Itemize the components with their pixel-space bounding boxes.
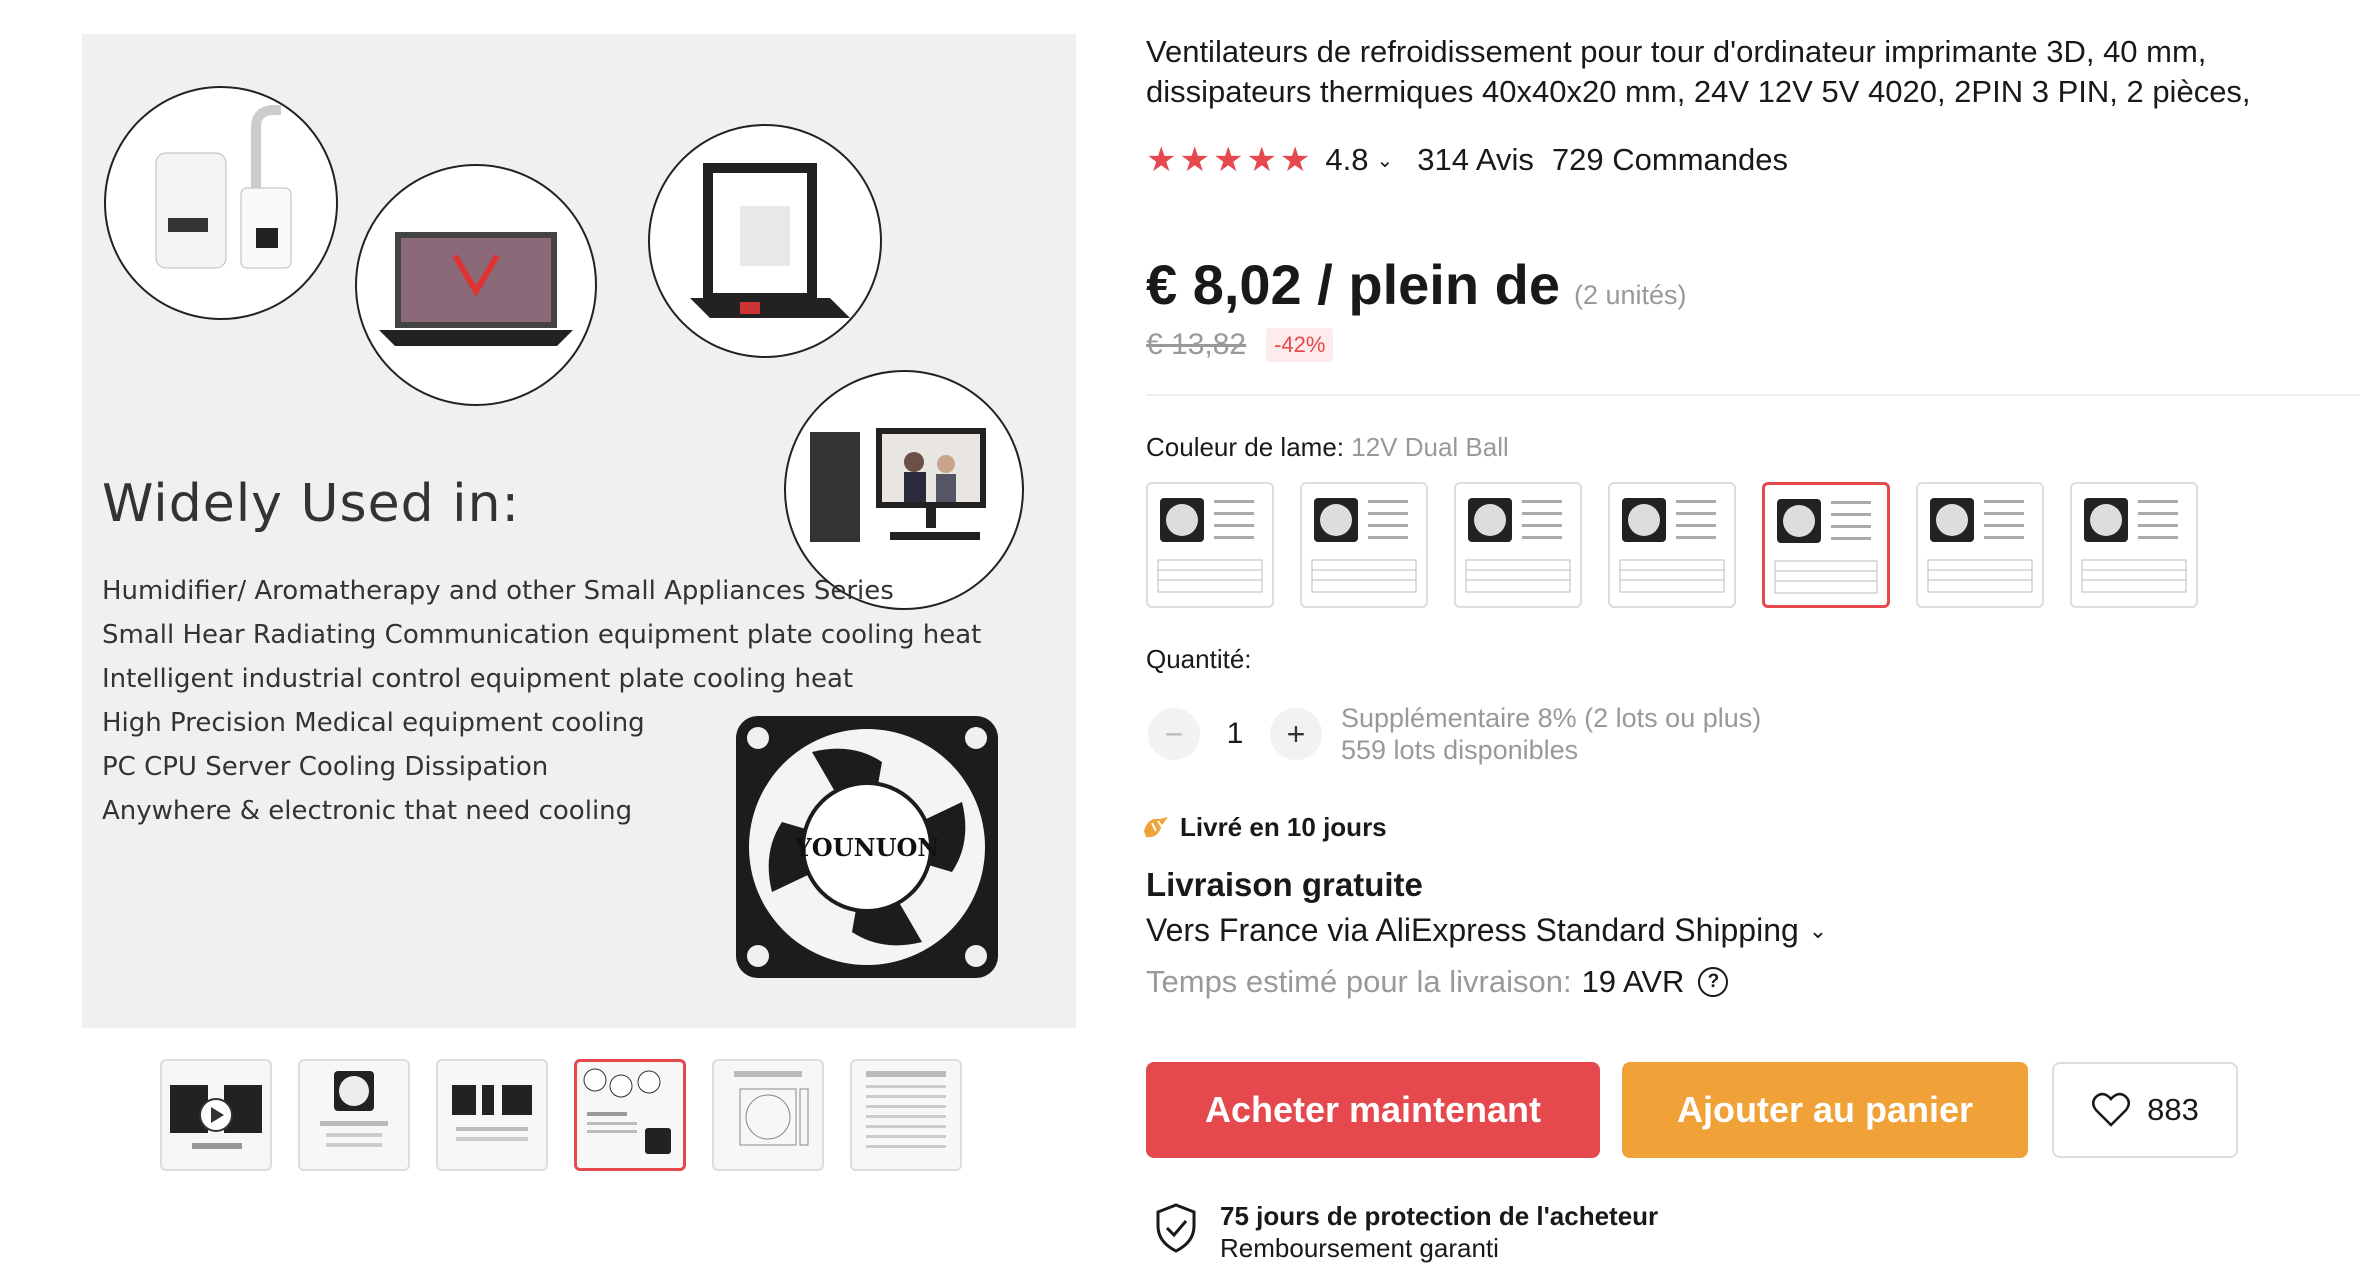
variant-swatch[interactable] [2070, 482, 2198, 608]
thumbnail-video[interactable] [160, 1059, 272, 1171]
decrease-button[interactable]: − [1148, 708, 1200, 760]
reviews-count[interactable]: 314 Avis [1417, 142, 1534, 178]
current-price: € 8,02 / plein de [1146, 253, 1560, 316]
image-headline: Widely Used in: [102, 474, 521, 534]
free-shipping: Livraison gratuite [1146, 866, 1423, 903]
quantity-stepper: − 1 + [1148, 708, 1322, 760]
delivery-days-text: Livré en 10 jours [1180, 812, 1387, 842]
star-rating-icon: ★★★★★ [1146, 141, 1314, 179]
thumbnail-uses[interactable] [574, 1059, 686, 1171]
wishlist-button[interactable]: 883 [2052, 1062, 2238, 1158]
variant-selected-value: 12V Dual Ball [1351, 432, 1509, 462]
wishlist-count: 883 [2147, 1092, 2199, 1127]
product-title: Ventilateurs de refroidissement pour tou… [1146, 34, 2251, 109]
thumbnail-fan-front[interactable] [298, 1059, 410, 1171]
discount-badge: -42% [1266, 328, 1334, 362]
quantity-info: Supplémentaire 8% (2 lots ou plus) 559 l… [1341, 702, 1761, 766]
fast-delivery-icon [1144, 816, 1168, 837]
variant-swatch[interactable] [1608, 482, 1736, 608]
delivery-estimate: Temps estimé pour la livraison: 19 AVR ? [1146, 964, 1729, 1000]
quantity-label: Quantité: [1146, 644, 1252, 674]
increase-button[interactable]: + [1270, 708, 1322, 760]
variant-swatch[interactable] [1146, 482, 1274, 608]
use-item: Small Hear Radiating Communication equip… [102, 620, 982, 650]
quantity-input[interactable]: 1 [1200, 717, 1270, 751]
help-icon[interactable]: ? [1698, 967, 1729, 997]
protection-title[interactable]: 75 jours de protection de l'acheteur [1220, 1200, 1658, 1232]
shipping-method-text[interactable]: Vers France via AliExpress Standard Ship… [1146, 912, 1799, 949]
variant-swatch[interactable] [1300, 482, 1428, 608]
buyer-protection: 75 jours de protection de l'acheteur Rem… [1154, 1200, 1658, 1264]
buy-now-button[interactable]: Acheter maintenant [1146, 1062, 1600, 1158]
protection-subtitle: Remboursement garanti [1220, 1233, 1499, 1263]
add-to-cart-button[interactable]: Ajouter au panier [1622, 1062, 2028, 1158]
thumbnail-dimensions[interactable] [712, 1059, 824, 1171]
bulk-discount-text: Supplémentaire 8% (2 lots ou plus) [1341, 703, 1762, 733]
fan-illustration: YOUNUON [732, 712, 1002, 982]
use-item: Humidifier/ Aromatherapy and other Small… [102, 576, 894, 606]
chevron-down-icon[interactable]: ⌄ [1809, 918, 1827, 944]
variant-swatch[interactable] [1454, 482, 1582, 608]
divider [1146, 394, 2360, 396]
variant-swatch[interactable] [1916, 482, 2044, 608]
variant-swatches [1146, 482, 2198, 608]
price-block: € 8,02 / plein de (2 unités) [1146, 252, 1687, 317]
thumbnail-fan-views[interactable] [436, 1059, 548, 1171]
shield-check-icon [1156, 1203, 1196, 1253]
rating-row: ★★★★★ 4.8 ⌄ 314 Avis 729 Commandes [1146, 140, 1788, 180]
shipping-method[interactable]: Vers France via AliExpress Standard Ship… [1146, 912, 1827, 949]
main-product-image[interactable]: Widely Used in: Humidifier/ Aromatherapy… [82, 34, 1076, 1028]
original-price-row: € 13,82 -42% [1146, 328, 1334, 362]
laptop-illustration [355, 164, 597, 406]
orders-count: 729 Commandes [1551, 142, 1788, 177]
use-item: Intelligent industrial control equipment… [102, 664, 854, 694]
thumbnail-strip [160, 1059, 962, 1171]
humidifier-illustration [104, 86, 338, 320]
rating-value[interactable]: 4.8 [1325, 142, 1368, 178]
stock-text: 559 lots disponibles [1341, 735, 1579, 765]
heart-icon [2092, 1092, 2131, 1127]
variant-label-text: Couleur de lame: [1146, 432, 1344, 462]
variant-label: Couleur de lame: 12V Dual Ball [1146, 432, 1509, 463]
price-units: (2 unités) [1573, 280, 1687, 310]
variant-swatch-selected[interactable] [1762, 482, 1890, 608]
delivery-days: Livré en 10 jours [1140, 812, 1387, 843]
estimate-label: Temps estimé pour la livraison: [1146, 964, 1572, 999]
chevron-down-icon[interactable]: ⌄ [1377, 148, 1394, 173]
original-price: € 13,82 [1146, 328, 1247, 361]
3d-printer-illustration [648, 124, 882, 358]
fan-brand-label: YOUNUON [794, 833, 940, 862]
thumbnail-spec-table[interactable] [850, 1059, 962, 1171]
estimate-date: 19 AVR [1581, 964, 1685, 999]
